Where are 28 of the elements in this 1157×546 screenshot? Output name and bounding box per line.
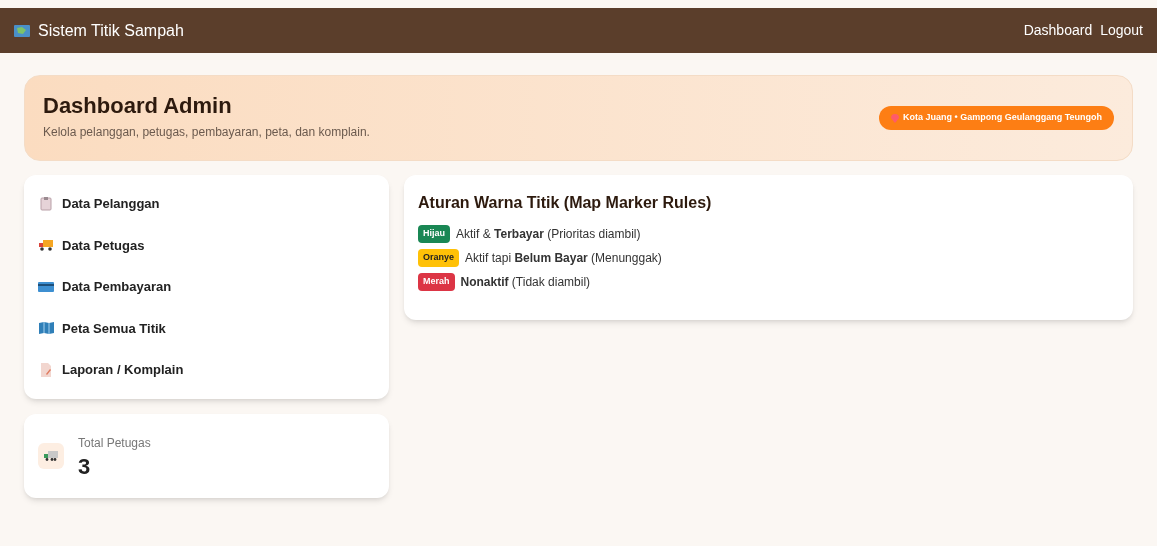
page-subtitle: Kelola pelanggan, petugas, pembayaran, peta, dan komplain. (43, 124, 370, 141)
app-title[interactable]: Sistem Titik Sampah (38, 18, 184, 43)
map-icon (14, 23, 30, 38)
truck-icon (38, 239, 54, 252)
nav-link[interactable]: Logout (1100, 20, 1143, 41)
memo-icon (40, 362, 52, 377)
rule-description: Aktif tapi Belum Bayar (Menunggak) (465, 250, 662, 267)
color-badge: Merah (418, 273, 455, 291)
menu-item[interactable]: Laporan / Komplain (38, 349, 375, 391)
menu-item[interactable]: Peta Semua Titik (38, 307, 375, 349)
color-badge: Hijau (418, 225, 450, 243)
rule-description: Nonaktif (Tidak diambil) (460, 274, 591, 291)
pin-icon (891, 113, 899, 123)
clipboard-icon (40, 196, 52, 211)
page-title: Dashboard Admin (43, 95, 233, 117)
menu-item[interactable]: Data Petugas (38, 224, 375, 266)
color-badge: Oranye (418, 249, 460, 267)
truck-icon (44, 450, 58, 461)
menu-item[interactable]: Data Pembayaran (38, 266, 375, 308)
rule-description: Aktif & Terbayar (Prioritas diambil) (456, 226, 641, 243)
menu-item[interactable]: Data Pelanggan (38, 183, 375, 225)
stat-label: Total Petugas (78, 434, 151, 452)
nav-link[interactable]: Dashboard (1023, 20, 1093, 41)
location-text: Kota Juang • Gampong Geulanggang Teungoh (903, 111, 1102, 125)
rules-title: Aturan Warna Titik (Map Marker Rules) (418, 193, 713, 213)
card-icon (38, 281, 54, 292)
stat-value: 3 (78, 455, 92, 478)
map-icon (38, 322, 54, 335)
